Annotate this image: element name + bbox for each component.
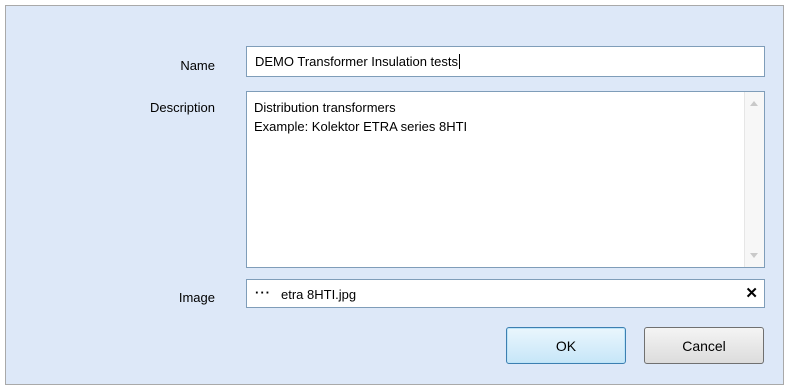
cancel-button[interactable]: Cancel (644, 327, 764, 364)
description-label: Description (149, 100, 215, 115)
name-input-value: DEMO Transformer Insulation tests (255, 54, 459, 69)
browse-ellipsis-icon[interactable]: ··· (255, 285, 271, 300)
clear-icon[interactable]: ✕ (745, 284, 758, 302)
edit-dialog: Name DEMO Transformer Insulation tests D… (5, 5, 784, 385)
description-line-1: Distribution transformers (254, 100, 396, 115)
name-label: Name (180, 58, 215, 73)
image-label: Image (178, 290, 215, 305)
ok-button[interactable]: OK (506, 327, 626, 364)
image-filename: etra 8HTI.jpg (281, 287, 357, 302)
description-textarea[interactable]: Distribution transformers Example: Kolek… (246, 91, 765, 268)
scroll-down-arrow-icon[interactable] (750, 253, 758, 258)
image-picker-field[interactable]: ··· etra 8HTI.jpg ✕ (246, 279, 765, 308)
description-line-2: Example: Kolektor ETRA series 8HTI (254, 119, 468, 134)
description-scrollbar[interactable] (744, 92, 764, 267)
scroll-up-arrow-icon[interactable] (750, 101, 758, 106)
text-caret (459, 54, 461, 69)
name-input[interactable]: DEMO Transformer Insulation tests (246, 46, 765, 77)
